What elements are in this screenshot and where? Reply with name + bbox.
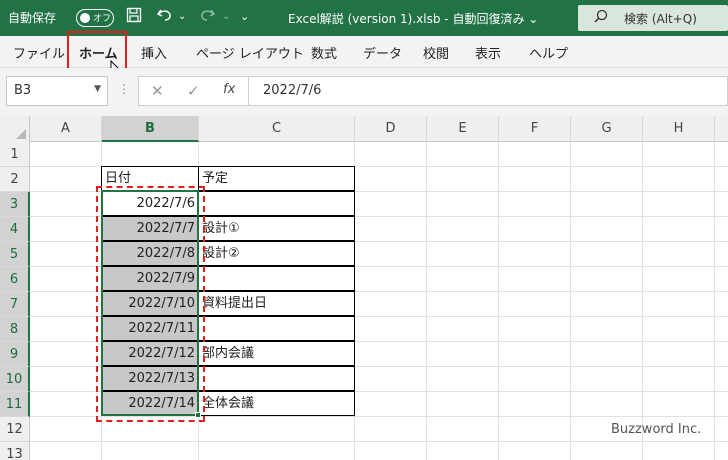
- redo-icon[interactable]: [198, 7, 216, 28]
- row-header-3[interactable]: 3: [0, 192, 30, 217]
- tab-formulas[interactable]: 数式: [311, 43, 337, 62]
- redo-dropdown-icon[interactable]: ⌄: [222, 7, 230, 27]
- row-header-9[interactable]: 9: [0, 342, 30, 367]
- row-header-6[interactable]: 6: [0, 267, 30, 292]
- tab-page-layout[interactable]: ページ レイアウト: [196, 43, 304, 62]
- insert-function-icon[interactable]: fx: [223, 82, 235, 97]
- enter-icon[interactable]: ✓: [187, 82, 200, 100]
- cell-c10[interactable]: [198, 366, 355, 391]
- undo-icon[interactable]: [156, 7, 174, 28]
- column-header-f[interactable]: F: [499, 116, 571, 142]
- tab-data[interactable]: データ: [363, 43, 402, 62]
- search-box[interactable]: 検索 (Alt+Q): [578, 5, 728, 31]
- formula-buttons: ✕ ✓ fx: [138, 76, 248, 106]
- cell-c2[interactable]: 予定: [198, 166, 355, 191]
- watermark: Buzzword Inc.: [611, 422, 702, 437]
- tab-view[interactable]: 表示: [475, 43, 501, 62]
- cell-c7[interactable]: 資料提出日: [198, 291, 355, 316]
- toggle-state: オフ: [93, 14, 112, 24]
- search-icon: [594, 9, 608, 27]
- formula-bar: B3 ▼ ⋮ ✕ ✓ fx 2022/7/6: [0, 68, 728, 116]
- row-header-12[interactable]: 12: [0, 417, 30, 442]
- toggle-knob: [80, 13, 90, 23]
- column-header-g[interactable]: G: [571, 116, 643, 142]
- name-box-value: B3: [14, 83, 32, 98]
- row-header-1[interactable]: 1: [0, 142, 30, 167]
- column-header-d[interactable]: D: [355, 116, 427, 142]
- more-icon[interactable]: ⋮: [118, 82, 130, 96]
- column-header-a[interactable]: A: [30, 116, 102, 142]
- formula-input[interactable]: 2022/7/6: [248, 76, 728, 106]
- row-header-8[interactable]: 8: [0, 317, 30, 342]
- tab-help[interactable]: ヘルプ: [529, 43, 568, 62]
- column-header-row: A B C D E F G H: [0, 116, 728, 142]
- name-box[interactable]: B3 ▼: [6, 76, 108, 106]
- tab-file[interactable]: ファイル: [13, 43, 65, 62]
- save-icon[interactable]: [126, 7, 142, 28]
- row-header-11[interactable]: 11: [0, 392, 30, 417]
- row-header-7[interactable]: 7: [0, 292, 30, 317]
- document-title[interactable]: Excel解説 (version 1).xlsb - 自動回復済み ⌄: [288, 10, 538, 27]
- cell-c8[interactable]: [198, 316, 355, 341]
- cell-c11[interactable]: 全体会議: [198, 391, 355, 416]
- customize-icon[interactable]: ⌄: [240, 7, 249, 27]
- name-box-dropdown-icon[interactable]: ▼: [94, 84, 101, 94]
- autosave-toggle[interactable]: オフ: [76, 9, 114, 27]
- cancel-icon[interactable]: ✕: [151, 82, 164, 100]
- row-header-2[interactable]: 2: [0, 167, 30, 192]
- cell-c9[interactable]: 部内会議: [198, 341, 355, 366]
- column-header-e[interactable]: E: [427, 116, 499, 142]
- column-header-h[interactable]: H: [643, 116, 715, 142]
- cell-c5[interactable]: 設計②: [198, 241, 355, 266]
- row-header-4[interactable]: 4: [0, 217, 30, 242]
- autosave-label: 自動保存: [8, 11, 57, 25]
- undo-dropdown-icon[interactable]: ⌄: [178, 7, 186, 27]
- column-header-b[interactable]: B: [102, 116, 199, 142]
- column-header-c[interactable]: C: [199, 116, 355, 142]
- formula-value: 2022/7/6: [263, 83, 322, 98]
- search-placeholder: 検索 (Alt+Q): [624, 12, 697, 26]
- row-header-5[interactable]: 5: [0, 242, 30, 267]
- cell-c6[interactable]: [198, 266, 355, 291]
- select-all-corner[interactable]: [0, 116, 30, 142]
- tab-review[interactable]: 校閲: [423, 43, 449, 62]
- row-header-10[interactable]: 10: [0, 367, 30, 392]
- copy-marquee: [96, 186, 205, 422]
- tab-insert[interactable]: 挿入: [141, 43, 167, 62]
- cell-c3[interactable]: [198, 191, 355, 216]
- row-header-13[interactable]: 13: [0, 442, 30, 460]
- cell-c4[interactable]: 設計①: [198, 216, 355, 241]
